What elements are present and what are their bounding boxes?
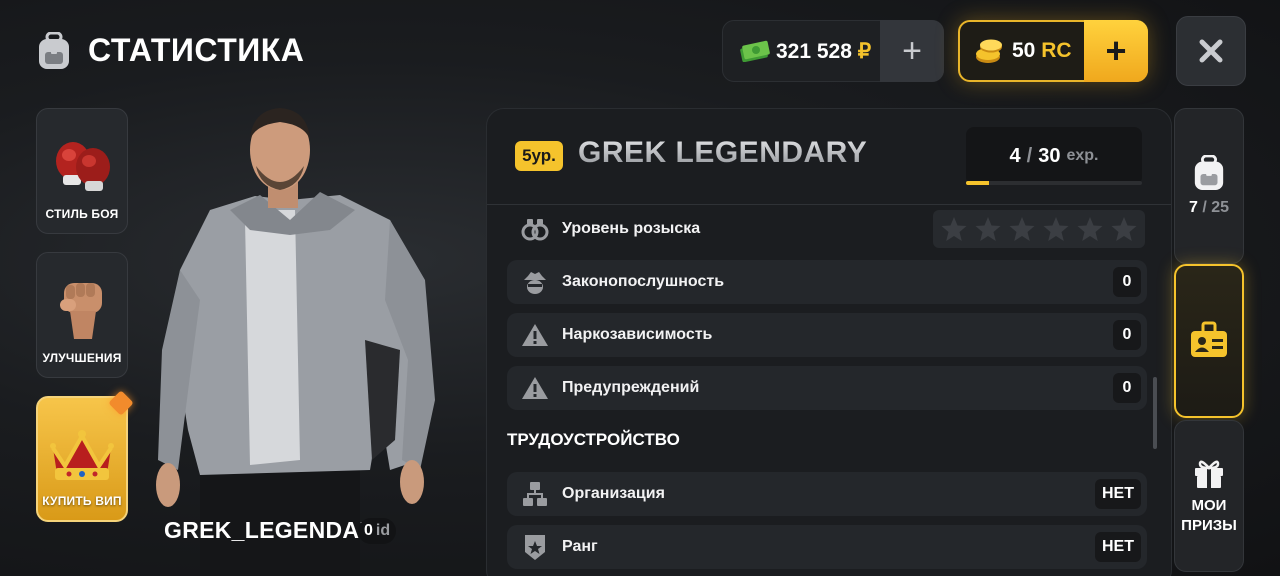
close-button[interactable] [1176, 16, 1246, 86]
star-icon [975, 217, 1001, 241]
coins-icon [974, 38, 1004, 64]
level-badge: 5ур. [515, 141, 563, 171]
character-model [140, 100, 440, 576]
handcuffs-icon [520, 214, 550, 244]
inventory-count: 7 / 25 [1188, 199, 1230, 216]
tab-my-prizes[interactable]: МОИ ПРИЗЫ [1174, 420, 1244, 572]
fist-icon [60, 283, 102, 339]
stat-value: НЕТ [1095, 479, 1141, 509]
exp-progress-bar [966, 181, 1142, 185]
character-id-value: 0 [364, 522, 373, 539]
stat-row-law-abiding: Законопослушность 0 [507, 260, 1147, 304]
wanted-stars [933, 210, 1145, 248]
fight-style-button[interactable]: СТИЛЬ БОЯ [36, 108, 128, 234]
close-icon [1199, 39, 1223, 63]
backpack-icon [36, 31, 72, 70]
tab-stats-id-card[interactable] [1174, 264, 1244, 418]
gift-icon [1195, 460, 1223, 488]
player-name: GREK LEGENDARY [578, 136, 868, 169]
star-icon [1077, 217, 1103, 241]
rank-icon [520, 532, 550, 562]
exp-progress-fill [966, 181, 990, 185]
fight-style-label: СТИЛЬ БОЯ [45, 207, 119, 221]
add-rc-button[interactable]: + [1084, 20, 1148, 82]
stat-value: НЕТ [1095, 532, 1141, 562]
stat-row-wanted: Уровень розыска [507, 207, 1147, 251]
experience-box: 4 / 30 exp. [966, 127, 1142, 185]
character-id-label: id [375, 522, 391, 539]
character-id-badge: 0 id [358, 518, 397, 544]
star-icon [1043, 217, 1069, 241]
cash-icon [740, 38, 770, 63]
star-icon [941, 217, 967, 241]
upgrades-label: УЛУЧШЕНИЯ [42, 351, 122, 365]
exp-separator: / [1026, 144, 1033, 167]
buy-vip-label: КУПИТЬ ВИП [42, 494, 122, 508]
stat-label: Наркозависимость [562, 326, 713, 343]
rc-symbol: RC [1041, 39, 1072, 62]
stat-value: 0 [1113, 267, 1141, 297]
stat-row-warnings: Предупреждений 0 [507, 366, 1147, 410]
exp-max: 30 [1038, 144, 1061, 167]
stat-row-rank: Ранг НЕТ [507, 525, 1147, 569]
warning-icon [520, 373, 550, 403]
boxing-gloves-icon [56, 142, 110, 191]
crown-icon [50, 430, 114, 480]
star-icon [1009, 217, 1035, 241]
employment-title: ТРУДОУСТРОЙСТВО [507, 430, 680, 449]
money-value: 321 528 ₽ [776, 40, 872, 63]
stat-row-drug-addiction: Наркозависимость 0 [507, 313, 1147, 357]
buy-vip-button[interactable]: КУПИТЬ ВИП [36, 396, 128, 522]
stat-value: 0 [1113, 373, 1141, 403]
stat-row-organization: Организация НЕТ [507, 472, 1147, 516]
stat-value: 0 [1113, 320, 1141, 350]
warning-icon [520, 320, 550, 350]
stat-label: Предупреждений [562, 379, 700, 396]
character-name: GREK_LEGENDARY [164, 517, 391, 543]
rc-value: 50 RC [1012, 39, 1072, 62]
tab-inventory[interactable]: 7 / 25 [1174, 108, 1244, 264]
upgrades-button[interactable]: УЛУЧШЕНИЯ [36, 252, 128, 378]
stat-label: Законопослушность [562, 273, 725, 290]
exp-current: 4 [1009, 144, 1021, 167]
add-money-button[interactable]: + [880, 20, 944, 82]
ruble-symbol: ₽ [857, 40, 872, 63]
page-title: СТАТИСТИКА [88, 32, 305, 68]
star-icon [1111, 217, 1137, 241]
detective-icon [520, 267, 550, 297]
exp-unit: exp. [1066, 147, 1099, 164]
organization-icon [520, 479, 550, 509]
stat-label: Организация [562, 485, 665, 502]
my-prizes-label: МОИ ПРИЗЫ [1181, 497, 1237, 534]
stat-label: Уровень розыска [562, 220, 701, 237]
scrollbar[interactable] [1153, 377, 1157, 449]
backpack-icon [1194, 155, 1224, 190]
stat-label: Ранг [562, 538, 598, 555]
id-card-icon [1191, 321, 1227, 357]
